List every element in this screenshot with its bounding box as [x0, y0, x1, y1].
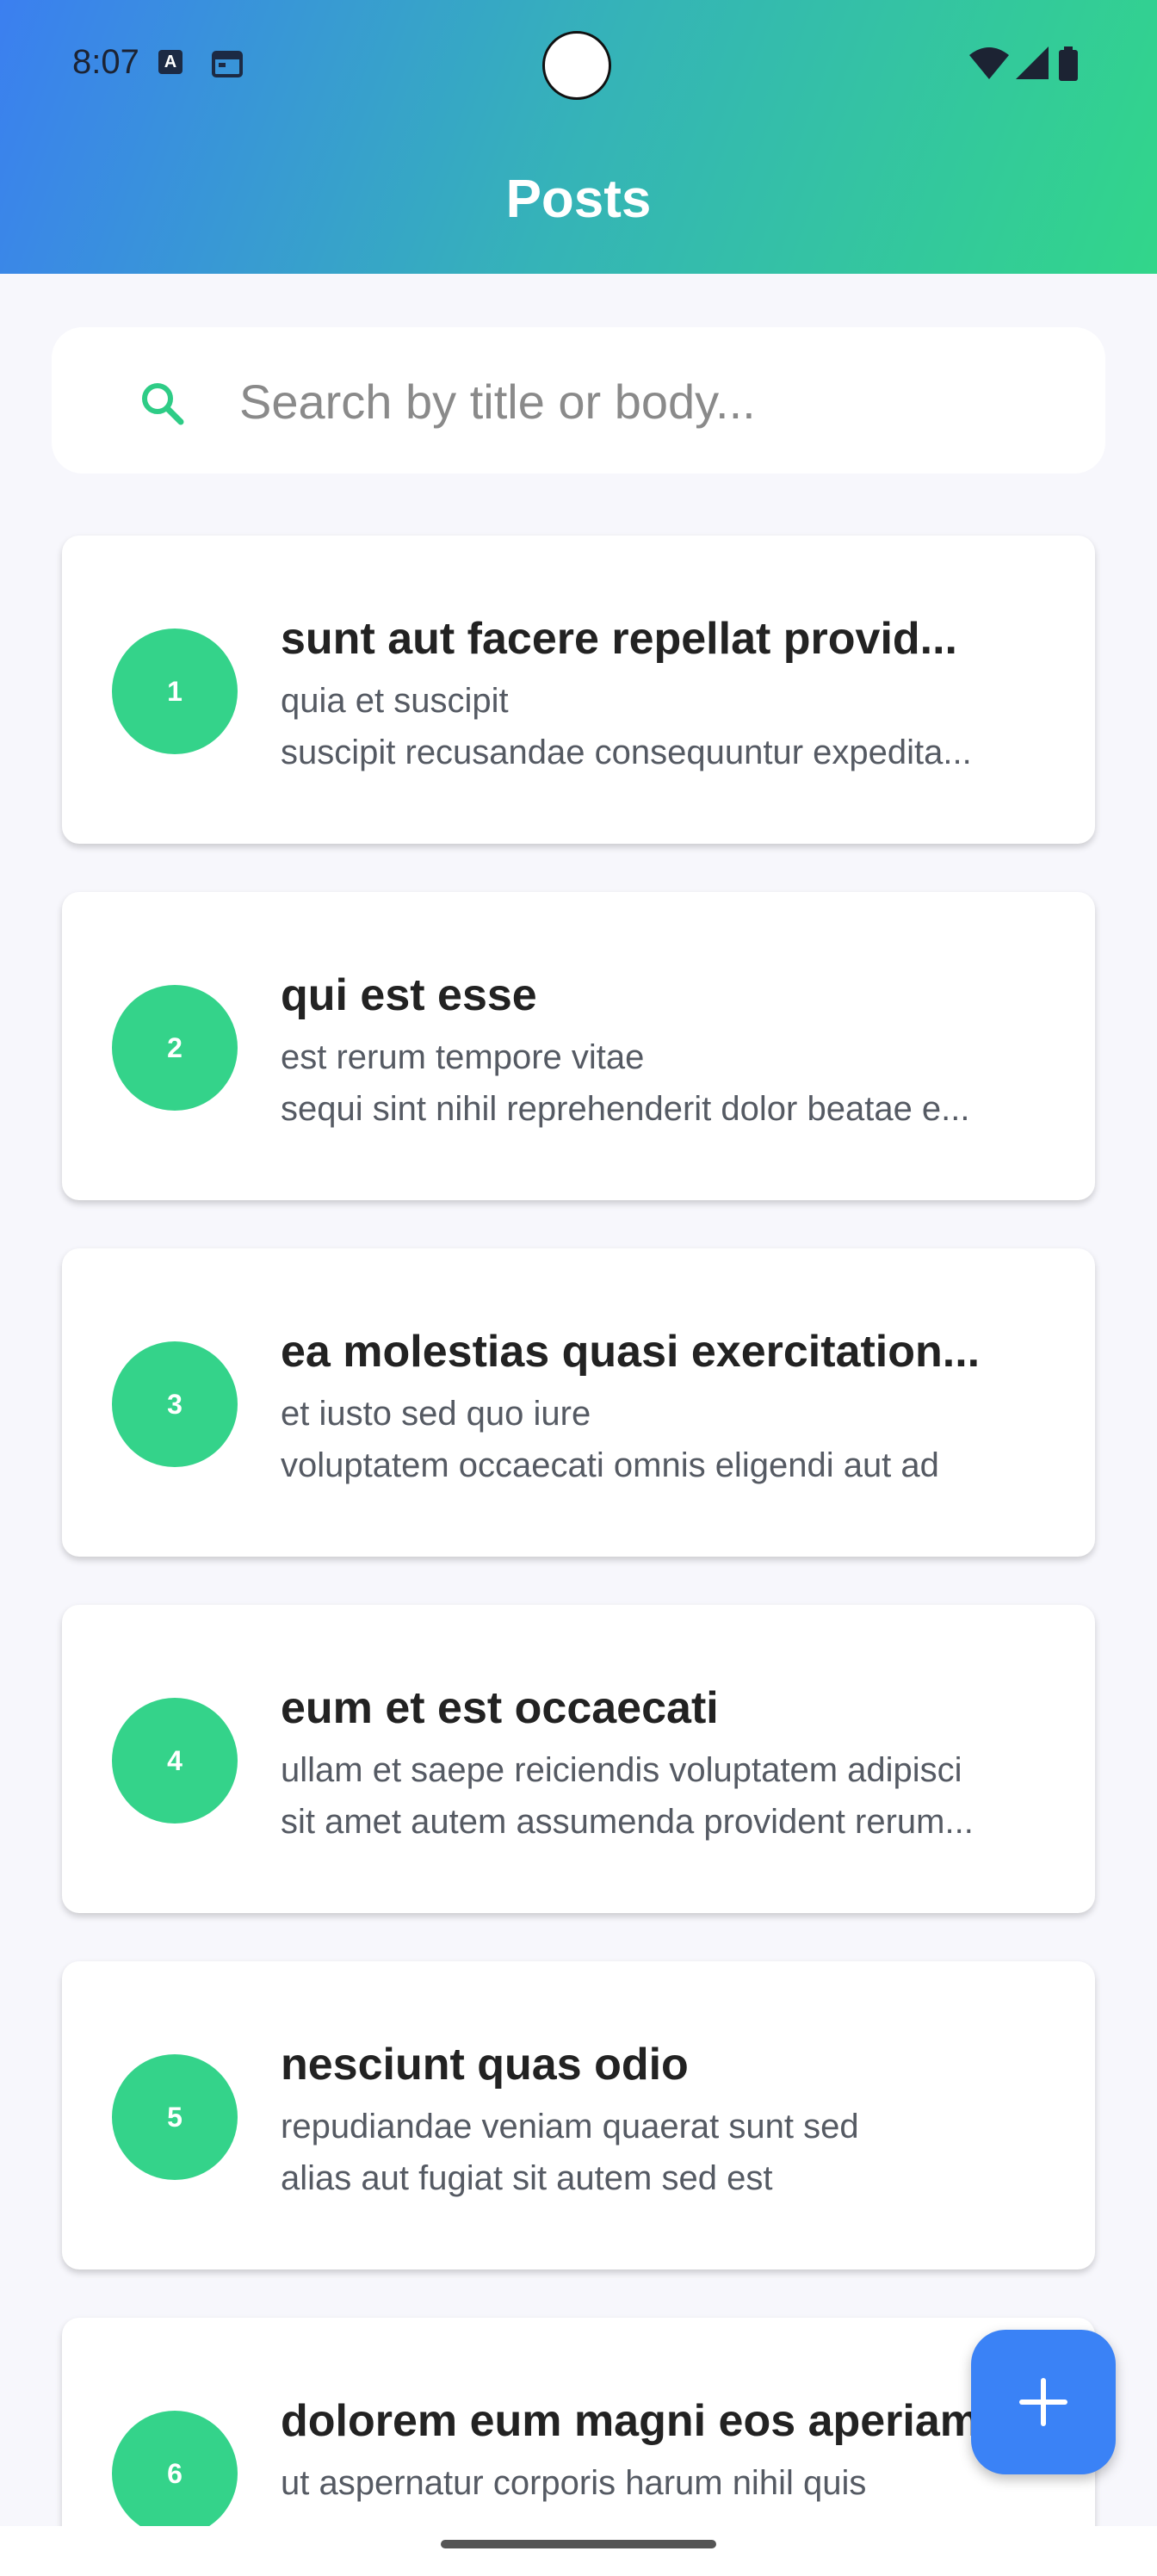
page-title: Posts — [505, 170, 652, 229]
search-bar[interactable] — [52, 327, 1105, 474]
post-body: repudiandae veniam quaerat sunt sed alia… — [281, 2101, 1047, 2204]
app-header: 8:07 A Posts — [0, 0, 1157, 274]
post-body: est rerum tempore vitae sequi sint nihil… — [281, 1031, 1047, 1135]
search-icon[interactable] — [138, 379, 186, 427]
wifi-icon — [969, 47, 1009, 79]
post-body-line: quia et suscipit — [281, 682, 509, 720]
signal-icon — [1016, 46, 1049, 79]
post-body: ullam et saepe reiciendis voluptatem adi… — [281, 1744, 1047, 1848]
autofill-icon: A — [158, 50, 183, 74]
post-title: dolorem eum magni eos aperiam — [281, 2396, 981, 2446]
post-body-line: repudiandae veniam quaerat sunt sed — [281, 2108, 859, 2146]
post-id-avatar: 4 — [112, 1698, 238, 1824]
post-body: quia et suscipit suscipit recusandae con… — [281, 675, 1047, 778]
post-body-line: sit amet autem assumenda provident rerum… — [281, 1803, 974, 1841]
home-indicator[interactable] — [441, 2540, 716, 2548]
post-body-line: est rerum tempore vitae — [281, 1038, 645, 1076]
posts-screen: 8:07 A Posts 1 — [0, 0, 1157, 2576]
add-post-button[interactable] — [971, 2330, 1116, 2474]
post-body: et iusto sed quo iure voluptatem occaeca… — [281, 1388, 1047, 1491]
post-card-1[interactable]: 1 sunt aut facere repellat provid... qui… — [62, 536, 1095, 844]
post-card-3[interactable]: 3 ea molestias quasi exercitation... et … — [62, 1248, 1095, 1557]
calendar-icon — [212, 51, 243, 77]
post-card-5[interactable]: 5 nesciunt quas odio repudiandae veniam … — [62, 1961, 1095, 2269]
post-id-avatar: 1 — [112, 629, 238, 754]
plus-icon-stroke — [1041, 2378, 1046, 2426]
post-id-avatar: 2 — [112, 985, 238, 1111]
post-body-line: ullam et saepe reiciendis voluptatem adi… — [281, 1751, 962, 1789]
post-id-avatar: 6 — [112, 2411, 238, 2536]
post-body-line: alias aut fugiat sit autem sed est — [281, 2159, 773, 2197]
post-title: qui est esse — [281, 970, 537, 1020]
post-id-avatar: 3 — [112, 1341, 238, 1467]
post-id-avatar: 5 — [112, 2054, 238, 2180]
post-body-line: et iusto sed quo iure — [281, 1395, 591, 1433]
battery-icon — [1059, 46, 1078, 81]
post-title: sunt aut facere repellat provid... — [281, 614, 957, 664]
status-icons — [969, 46, 1078, 81]
post-card-2[interactable]: 2 qui est esse est rerum tempore vitae s… — [62, 892, 1095, 1200]
post-body-line: suscipit recusandae consequuntur expedit… — [281, 734, 972, 771]
post-title: ea molestias quasi exercitation... — [281, 1327, 981, 1377]
status-bar: 8:07 A — [0, 0, 1157, 129]
camera-cutout — [542, 31, 611, 100]
post-body-line: sequi sint nihil reprehenderit dolor bea… — [281, 1090, 970, 1128]
post-body-line: voluptatem occaecati omnis eligendi aut … — [281, 1446, 939, 1484]
post-body: ut aspernatur corporis harum nihil quis — [281, 2457, 1047, 2509]
post-card-4[interactable]: 4 eum et est occaecati ullam et saepe re… — [62, 1605, 1095, 1913]
status-time: 8:07 — [72, 43, 139, 81]
post-body-line: ut aspernatur corporis harum nihil quis — [281, 2464, 867, 2502]
post-title: nesciunt quas odio — [281, 2040, 689, 2090]
gesture-nav-bar — [0, 2526, 1157, 2576]
search-input[interactable] — [238, 362, 1067, 441]
post-title: eum et est occaecati — [281, 1683, 719, 1733]
